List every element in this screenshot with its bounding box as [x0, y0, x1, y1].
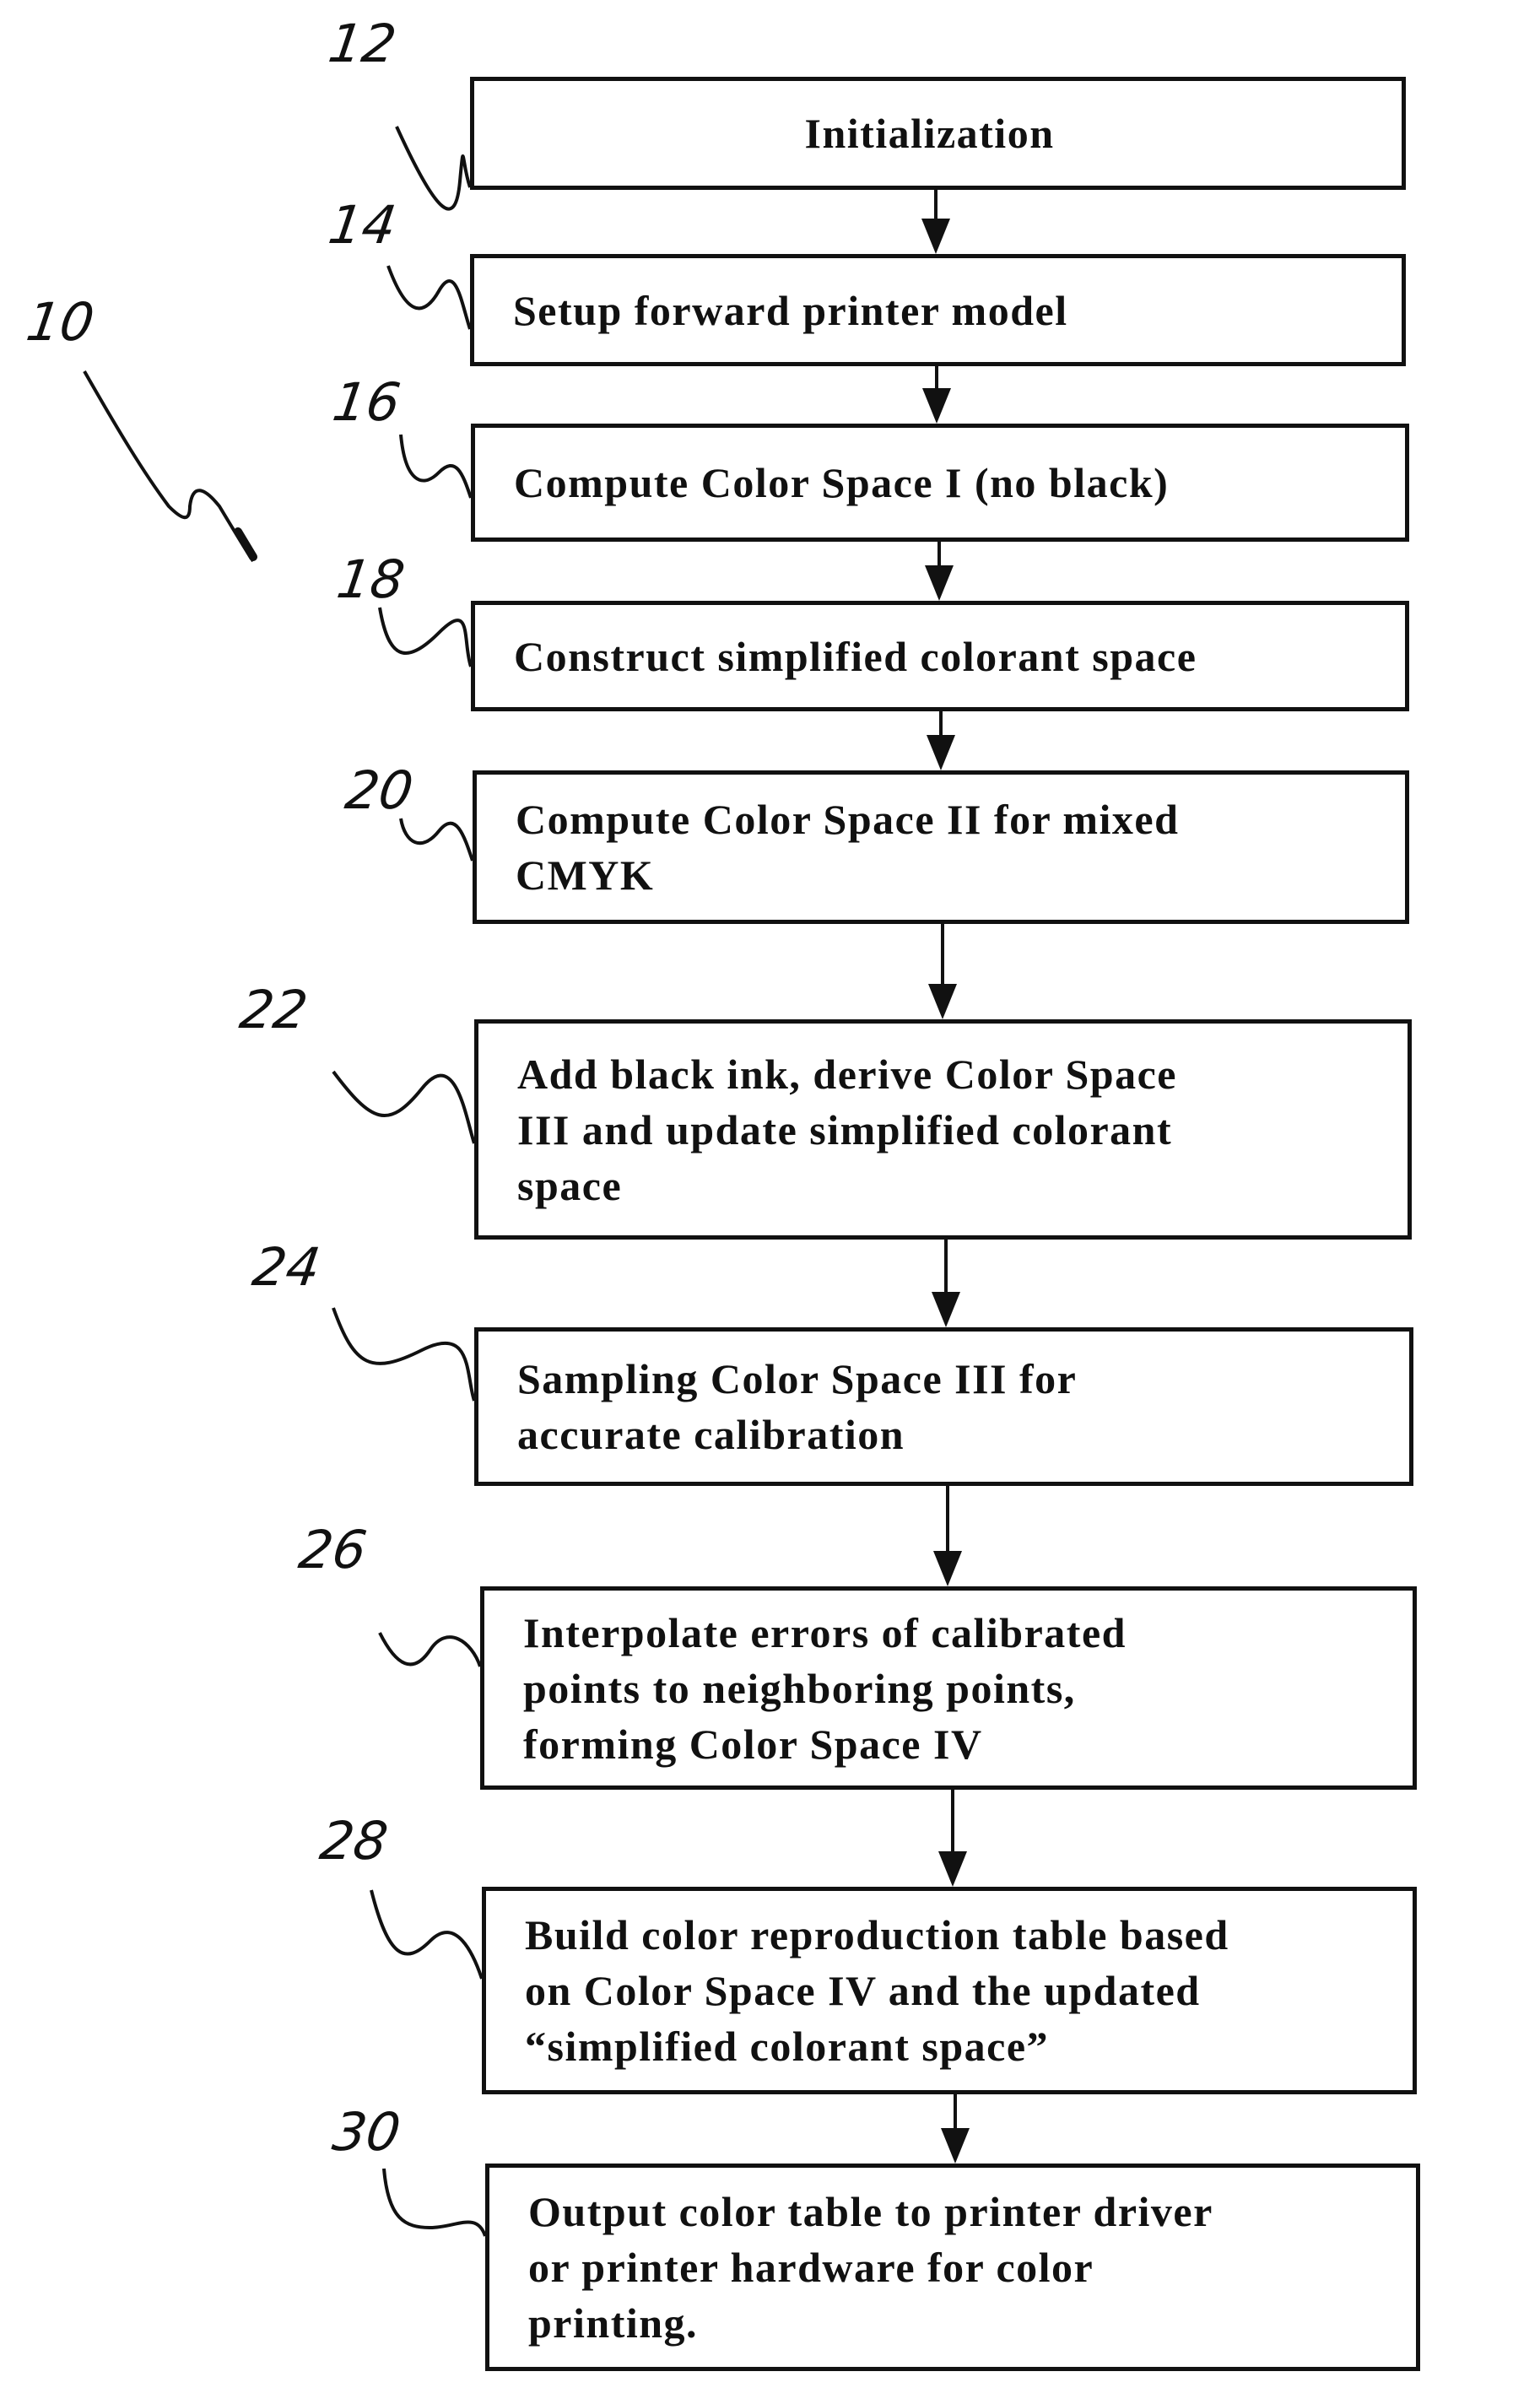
- step-label: Sampling Color Space III for accurate ca…: [517, 1355, 1078, 1458]
- step-label: Build color reproduction table based on …: [525, 1911, 1229, 2070]
- arrow-head: [928, 984, 957, 1019]
- step-ref-label: 28: [316, 1810, 392, 1872]
- step-box-14: Setup forward printer model: [470, 254, 1406, 366]
- step-box-20: Compute Color Space II for mixed CMYK: [473, 770, 1409, 924]
- leader-line: [399, 434, 473, 499]
- leader-line: [332, 1070, 476, 1144]
- step-ref-label: 20: [341, 759, 418, 821]
- figure-leader-tip: [234, 527, 257, 561]
- arrow-head: [933, 1551, 962, 1586]
- leader-line: [332, 1307, 476, 1402]
- step-box-24: Sampling Color Space III for accurate ca…: [474, 1327, 1413, 1486]
- step-label: Initialization: [804, 110, 1055, 157]
- step-box-28: Build color reproduction table based on …: [482, 1887, 1417, 2094]
- arrow-head: [932, 1292, 960, 1327]
- step-label: Setup forward printer model: [513, 286, 1068, 334]
- arrow-head: [925, 565, 954, 601]
- step-label: Output color table to printer driver or …: [528, 2188, 1213, 2347]
- step-box-22: Add black ink, derive Color Space III an…: [474, 1019, 1412, 1240]
- arrow-head: [921, 219, 950, 254]
- step-label: Interpolate errors of calibrated points …: [523, 1608, 1127, 1768]
- step-ref-label: 24: [248, 1236, 325, 1298]
- step-ref-label: 12: [324, 13, 401, 74]
- step-box-18: Construct simplified colorant space: [471, 601, 1409, 711]
- leader-line: [382, 2168, 487, 2237]
- arrow-head: [922, 388, 951, 424]
- figure-ref-label: 10: [22, 291, 99, 353]
- step-ref-label: 18: [332, 548, 409, 610]
- step-box-16: Compute Color Space I (no black): [471, 424, 1409, 542]
- step-ref-label: 16: [328, 371, 405, 433]
- step-box-30: Output color table to printer driver or …: [485, 2164, 1420, 2371]
- step-box-12: Initialization: [470, 77, 1406, 190]
- step-box-26: Interpolate errors of calibrated points …: [480, 1586, 1417, 1790]
- leader-line: [399, 818, 474, 862]
- arrow-head: [927, 735, 955, 770]
- leader-line: [395, 126, 472, 211]
- step-ref-label: 30: [328, 2101, 405, 2163]
- leader-line: [370, 1889, 484, 1980]
- step-label: Add black ink, derive Color Space III an…: [517, 1050, 1177, 1209]
- leader-line: [386, 265, 472, 330]
- step-label: Compute Color Space II for mixed CMYK: [516, 796, 1180, 899]
- leader-line: [378, 607, 473, 667]
- step-label: Compute Color Space I (no black): [514, 459, 1170, 506]
- step-ref-label: 14: [324, 194, 401, 256]
- arrow-head: [938, 1851, 967, 1887]
- step-ref-label: 22: [235, 979, 312, 1040]
- figure-leader-line: [83, 370, 255, 563]
- arrow-head: [941, 2128, 970, 2164]
- leader-line: [378, 1632, 482, 1667]
- step-label: Construct simplified colorant space: [514, 632, 1197, 680]
- step-ref-label: 26: [294, 1519, 371, 1580]
